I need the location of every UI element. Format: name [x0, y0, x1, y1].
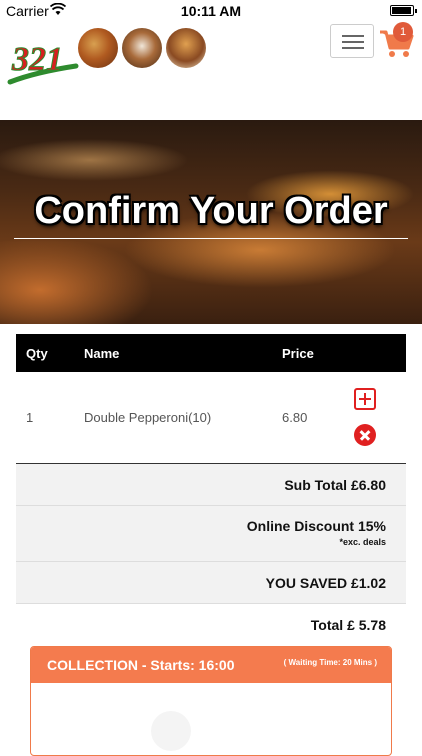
- discount-note: *exc. deals: [339, 537, 386, 547]
- discount-row: Online Discount 15% *exc. deals: [16, 506, 406, 562]
- restaurant-logo[interactable]: 321: [6, 26, 80, 88]
- subtotal-row: Sub Total £6.80: [16, 464, 406, 506]
- burger-thumb: [166, 28, 206, 68]
- steak-thumb: [122, 28, 162, 68]
- cart-count-badge: 1: [393, 22, 413, 42]
- collection-title: COLLECTION - Starts: 16:00: [47, 657, 235, 673]
- saved-row: YOU SAVED £1.02: [16, 562, 406, 604]
- table-row: 1 Double Pepperoni(10) 6.80: [16, 372, 406, 464]
- item-name: Double Pepperoni(10): [84, 410, 212, 425]
- qty-column-header: Qty: [26, 346, 48, 361]
- collection-header[interactable]: COLLECTION - Starts: 16:00 ( Waiting Tim…: [31, 647, 391, 683]
- remove-item-icon[interactable]: [354, 424, 376, 446]
- table-header: Qty Name Price: [16, 334, 406, 372]
- hero-banner: Confirm Your Order: [0, 120, 422, 324]
- saved-text: YOU SAVED £1.02: [265, 575, 386, 591]
- name-column-header: Name: [84, 346, 120, 361]
- status-bar: Carrier 10:11 AM: [0, 0, 422, 22]
- pizza-thumb: [78, 28, 118, 68]
- add-item-icon[interactable]: [354, 388, 376, 410]
- app-header: 321 1: [0, 22, 422, 120]
- waiting-time: ( Waiting Time: 20 Mins ): [283, 658, 377, 667]
- total-row: Total £ 5.78: [16, 604, 406, 646]
- svg-text:321: 321: [11, 41, 63, 78]
- item-price: 6.80: [282, 410, 308, 425]
- total-text: Total £ 5.78: [310, 617, 386, 633]
- discount-text: Online Discount 15%: [246, 518, 386, 534]
- collection-panel[interactable]: COLLECTION - Starts: 16:00 ( Waiting Tim…: [30, 646, 392, 756]
- page-title: Confirm Your Order: [34, 190, 388, 232]
- item-qty: 1: [26, 410, 34, 425]
- battery-icon: [390, 5, 417, 16]
- title-underline: [14, 238, 408, 239]
- placeholder-icon: [151, 711, 191, 751]
- order-table: Qty Name Price 1 Double Pepperoni(10) 6.…: [16, 334, 406, 646]
- hamburger-menu-button[interactable]: [330, 24, 374, 58]
- clock: 10:11 AM: [180, 3, 242, 19]
- subtotal-text: Sub Total £6.80: [284, 477, 386, 493]
- price-column-header: Price: [282, 346, 314, 361]
